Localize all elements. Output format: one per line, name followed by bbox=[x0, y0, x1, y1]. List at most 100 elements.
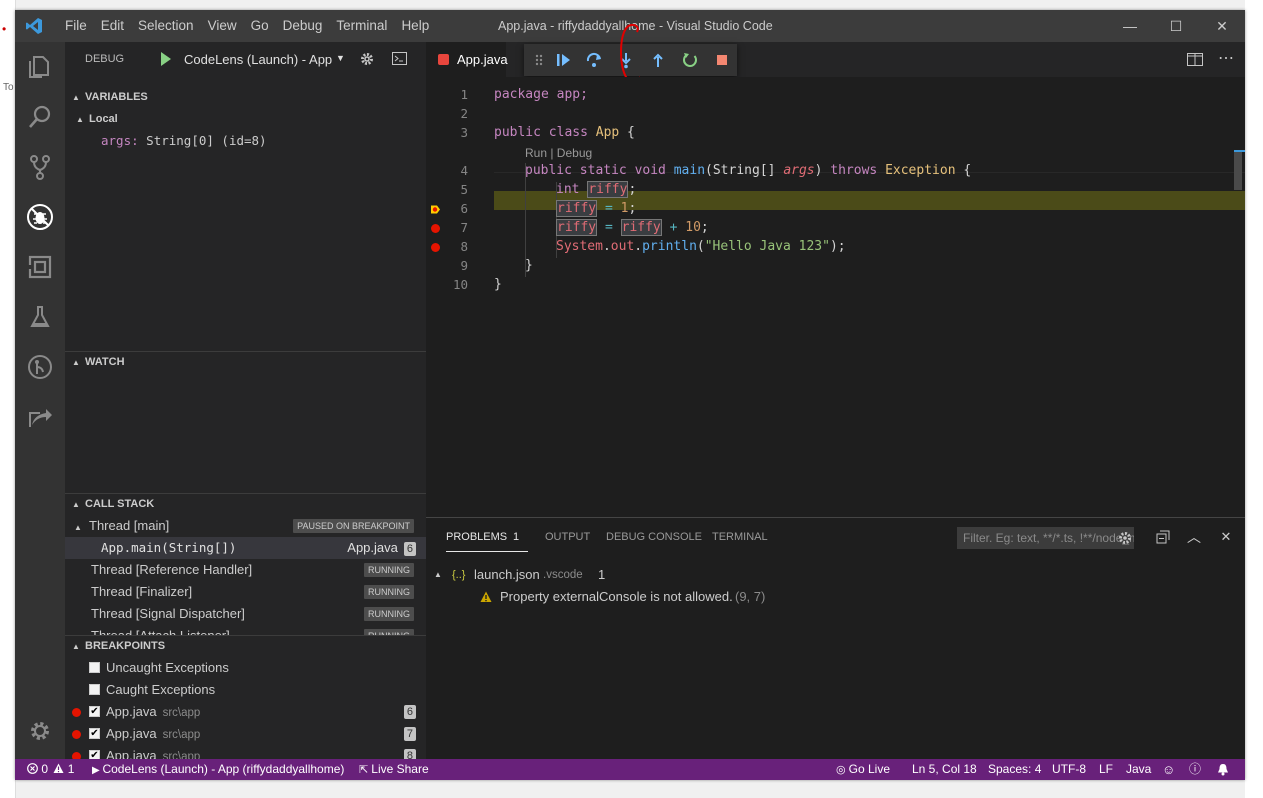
bottom-panel: PROBLEMS 1 OUTPUT DEBUG CONSOLE TERMINAL… bbox=[426, 517, 1245, 760]
menu-go[interactable]: Go bbox=[244, 10, 276, 42]
drag-handle-icon[interactable] bbox=[530, 51, 548, 69]
debug-config-status[interactable]: ▶ CodeLens (Launch) - App (riffydaddyall… bbox=[92, 759, 344, 780]
extensions-icon[interactable] bbox=[15, 244, 65, 290]
indentation[interactable]: Spaces: 4 bbox=[988, 759, 1041, 780]
checkbox[interactable] bbox=[89, 684, 100, 695]
maximize-button[interactable]: ☐ bbox=[1153, 10, 1199, 42]
codelens-run-debug[interactable]: Run | Debug bbox=[525, 146, 592, 160]
explorer-icon[interactable] bbox=[15, 44, 65, 90]
split-editor-icon[interactable] bbox=[1187, 53, 1203, 66]
running-badge: RUNNING bbox=[364, 563, 414, 577]
variables-section-header[interactable]: ▲ VARIABLES bbox=[65, 86, 426, 108]
debug-settings-gear-icon[interactable] bbox=[359, 51, 375, 67]
live-share-status[interactable]: ⇱ Live Share bbox=[359, 759, 429, 780]
gitlens-icon[interactable] bbox=[15, 344, 65, 390]
breakpoint-item[interactable]: ✔ App.java src\app 8 bbox=[65, 745, 426, 759]
warning-icon bbox=[53, 763, 64, 773]
notification-bell-icon[interactable] bbox=[1217, 763, 1229, 776]
code-line-6: riffy = 1; bbox=[556, 200, 637, 217]
thread-row[interactable]: Thread [Signal Dispatcher] RUNNING bbox=[65, 603, 426, 625]
breakpoint-dot-icon[interactable] bbox=[431, 224, 440, 233]
launch-config-select[interactable]: CodeLens (Launch) - App bbox=[184, 42, 332, 77]
status-bar: 0 1 ▶ CodeLens (Launch) - App (riffydadd… bbox=[15, 759, 1245, 780]
code-editor[interactable]: 1 2 3 4 5 6 7 8 9 10 package app; public… bbox=[426, 77, 1245, 517]
menu-file[interactable]: File bbox=[58, 10, 94, 42]
restart-icon[interactable] bbox=[681, 51, 699, 69]
info-icon[interactable]: ⓘ bbox=[1189, 759, 1201, 780]
json-file-icon: {..} bbox=[452, 569, 466, 581]
search-icon[interactable] bbox=[15, 94, 65, 140]
scrollbar-thumb[interactable] bbox=[1234, 150, 1242, 190]
java-file-icon bbox=[438, 54, 449, 65]
tab-terminal[interactable]: TERMINAL bbox=[712, 518, 768, 556]
collapse-triangle-icon: ▲ bbox=[72, 358, 80, 367]
source-control-icon[interactable] bbox=[15, 144, 65, 190]
test-flask-icon[interactable] bbox=[15, 294, 65, 340]
breakpoint-item[interactable]: ✔ App.java src\app 6 bbox=[65, 701, 426, 723]
debug-icon[interactable] bbox=[15, 194, 65, 240]
tab-debug-console[interactable]: DEBUG CONSOLE bbox=[606, 518, 702, 556]
debug-console-icon[interactable] bbox=[392, 52, 407, 65]
collapse-all-icon[interactable] bbox=[1156, 530, 1170, 544]
start-debugging-icon[interactable] bbox=[161, 52, 171, 66]
breakpoint-item[interactable]: ✔ App.java src\app 7 bbox=[65, 723, 426, 745]
thread-main[interactable]: ▲ Thread [main] PAUSED ON BREAKPOINT bbox=[65, 515, 426, 537]
encoding[interactable]: UTF-8 bbox=[1052, 759, 1086, 780]
problem-file-row[interactable]: ▲ {..} launch.json .vscode 1 bbox=[426, 564, 1245, 586]
menu-terminal[interactable]: Terminal bbox=[329, 10, 394, 42]
chevron-down-icon[interactable]: ▼ bbox=[336, 42, 345, 75]
background-fragment: To bbox=[3, 82, 14, 93]
variable-row[interactable]: args: String[0] (id=8) bbox=[101, 130, 462, 152]
sidebar-title: DEBUG bbox=[85, 53, 125, 65]
gear-icon[interactable] bbox=[15, 708, 65, 754]
cursor-position[interactable]: Ln 5, Col 18 bbox=[912, 759, 977, 780]
maximize-panel-icon[interactable]: ︿ bbox=[1186, 529, 1202, 545]
breakpoint-uncaught[interactable]: Uncaught Exceptions bbox=[65, 657, 426, 679]
filter-settings-icon[interactable] bbox=[1117, 530, 1133, 546]
problems-status[interactable]: 0 1 bbox=[27, 759, 74, 780]
stack-frame-breakpoint-icon[interactable] bbox=[430, 204, 441, 215]
menu-view[interactable]: View bbox=[201, 10, 244, 42]
step-over-icon[interactable] bbox=[585, 51, 603, 69]
close-panel-icon[interactable]: ✕ bbox=[1218, 529, 1234, 545]
running-badge: RUNNING bbox=[364, 607, 414, 621]
menu-debug[interactable]: Debug bbox=[276, 10, 330, 42]
menu-edit[interactable]: Edit bbox=[94, 10, 131, 42]
checkbox-checked[interactable]: ✔ bbox=[89, 728, 100, 739]
continue-icon[interactable] bbox=[554, 51, 572, 69]
stack-frame-row[interactable]: App.main(String[]) App.java 6 bbox=[65, 537, 426, 559]
checkbox[interactable] bbox=[89, 662, 100, 673]
thread-row[interactable]: Thread [Attach Listener] RUNNING bbox=[65, 625, 426, 635]
running-badge: RUNNING bbox=[364, 585, 414, 599]
menu-selection[interactable]: Selection bbox=[131, 10, 201, 42]
watch-section-header[interactable]: ▲ WATCH bbox=[65, 351, 426, 373]
live-share-icon: ⇱ bbox=[359, 764, 372, 776]
tab-output[interactable]: OUTPUT bbox=[545, 518, 590, 556]
live-share-icon[interactable] bbox=[15, 394, 65, 440]
line-number: 1 bbox=[460, 87, 468, 102]
scope-local[interactable]: ▲ Local bbox=[65, 108, 426, 130]
problems-filter-input[interactable]: Filter. Eg: text, **/*.ts, !**/node_modu… bbox=[957, 527, 1134, 549]
more-actions-icon[interactable]: ⋯ bbox=[1218, 42, 1234, 75]
thread-row[interactable]: Thread [Reference Handler] RUNNING bbox=[65, 559, 426, 581]
breakpoint-dot-icon[interactable] bbox=[431, 243, 440, 252]
menu-help[interactable]: Help bbox=[394, 10, 436, 42]
breakpoints-section-header[interactable]: ▲ BREAKPOINTS bbox=[65, 635, 426, 657]
step-out-icon[interactable] bbox=[649, 51, 667, 69]
line-ending[interactable]: LF bbox=[1099, 759, 1113, 780]
background-fragment: • bbox=[2, 22, 7, 36]
code-line-4: public static void main(String[] args) t… bbox=[525, 163, 972, 178]
problem-row[interactable]: Property externalConsole is not allowed.… bbox=[426, 586, 1245, 608]
language-mode[interactable]: Java bbox=[1126, 759, 1151, 780]
checkbox-checked[interactable]: ✔ bbox=[89, 750, 100, 759]
feedback-icon[interactable]: ☺ bbox=[1162, 759, 1175, 780]
stop-icon[interactable] bbox=[713, 51, 731, 69]
thread-row[interactable]: Thread [Finalizer] RUNNING bbox=[65, 581, 426, 603]
breakpoint-caught[interactable]: Caught Exceptions bbox=[65, 679, 426, 701]
minimize-button[interactable]: — bbox=[1107, 10, 1153, 42]
close-button[interactable]: ✕ bbox=[1199, 10, 1245, 42]
go-live-status[interactable]: ◎ Go Live bbox=[836, 759, 890, 780]
checkbox-checked[interactable]: ✔ bbox=[89, 706, 100, 717]
tab-app-java[interactable]: App.java bbox=[426, 42, 508, 77]
call-stack-section-header[interactable]: ▲ CALL STACK bbox=[65, 493, 426, 515]
